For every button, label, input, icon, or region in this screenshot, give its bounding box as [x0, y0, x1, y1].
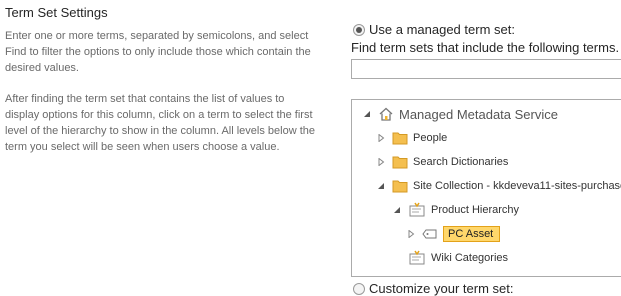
collapse-arrow-icon[interactable]: [392, 205, 402, 215]
use-managed-term-set-option[interactable]: Use a managed term set:: [353, 22, 515, 37]
tree-item-label: Search Dictionaries: [413, 156, 509, 168]
customize-term-set-label: Customize your term set:: [369, 281, 514, 296]
folder-icon: [392, 131, 408, 145]
collapse-arrow-icon[interactable]: [362, 109, 372, 119]
term-set-icon: [408, 250, 426, 266]
expand-arrow-icon[interactable]: [376, 133, 386, 143]
tree-root-label: Managed Metadata Service: [399, 106, 558, 122]
folder-icon: [392, 179, 408, 193]
tree-root-node[interactable]: Managed Metadata Service: [362, 105, 558, 123]
tree-item-site-collection[interactable]: Site Collection - kkdeveva11-sites-purch…: [376, 177, 621, 195]
use-managed-term-set-label: Use a managed term set:: [369, 22, 515, 37]
expand-arrow-icon[interactable]: [406, 229, 416, 239]
tree-item-wiki-categories[interactable]: Wiki Categories: [392, 249, 508, 267]
tree-item-pc-asset[interactable]: PC Asset: [406, 225, 501, 243]
tree-item-search-dictionaries[interactable]: Search Dictionaries: [376, 153, 508, 171]
tree-item-label-selected: PC Asset: [443, 226, 501, 242]
find-terms-input[interactable]: [351, 59, 621, 79]
tree-item-label: Site Collection - kkdeveva11-sites-purch…: [413, 180, 621, 192]
folder-icon: [392, 155, 408, 169]
tree-item-product-hierarchy[interactable]: Product Hierarchy: [392, 201, 519, 219]
home-icon: [378, 106, 394, 122]
radio-checked-icon[interactable]: [353, 23, 365, 36]
expand-arrow-icon[interactable]: [376, 157, 386, 167]
tree-item-people[interactable]: People: [376, 129, 447, 147]
term-set-icon: [408, 202, 426, 218]
filter-description: Enter one or more terms, separated by se…: [5, 30, 311, 74]
find-term-sets-label: Find term sets that include the followin…: [351, 40, 620, 55]
section-title: Term Set Settings: [5, 5, 108, 20]
customize-term-set-option[interactable]: Customize your term set:: [353, 281, 514, 296]
tree-item-label: People: [413, 132, 448, 144]
term-icon: [422, 228, 438, 240]
tree-item-label: Wiki Categories: [431, 252, 509, 264]
term-tree: Managed Metadata Service People Search D…: [351, 99, 621, 277]
selection-description: After finding the term set that contains…: [5, 93, 315, 153]
tree-item-label: Product Hierarchy: [431, 204, 520, 216]
collapse-arrow-icon[interactable]: [376, 181, 386, 191]
